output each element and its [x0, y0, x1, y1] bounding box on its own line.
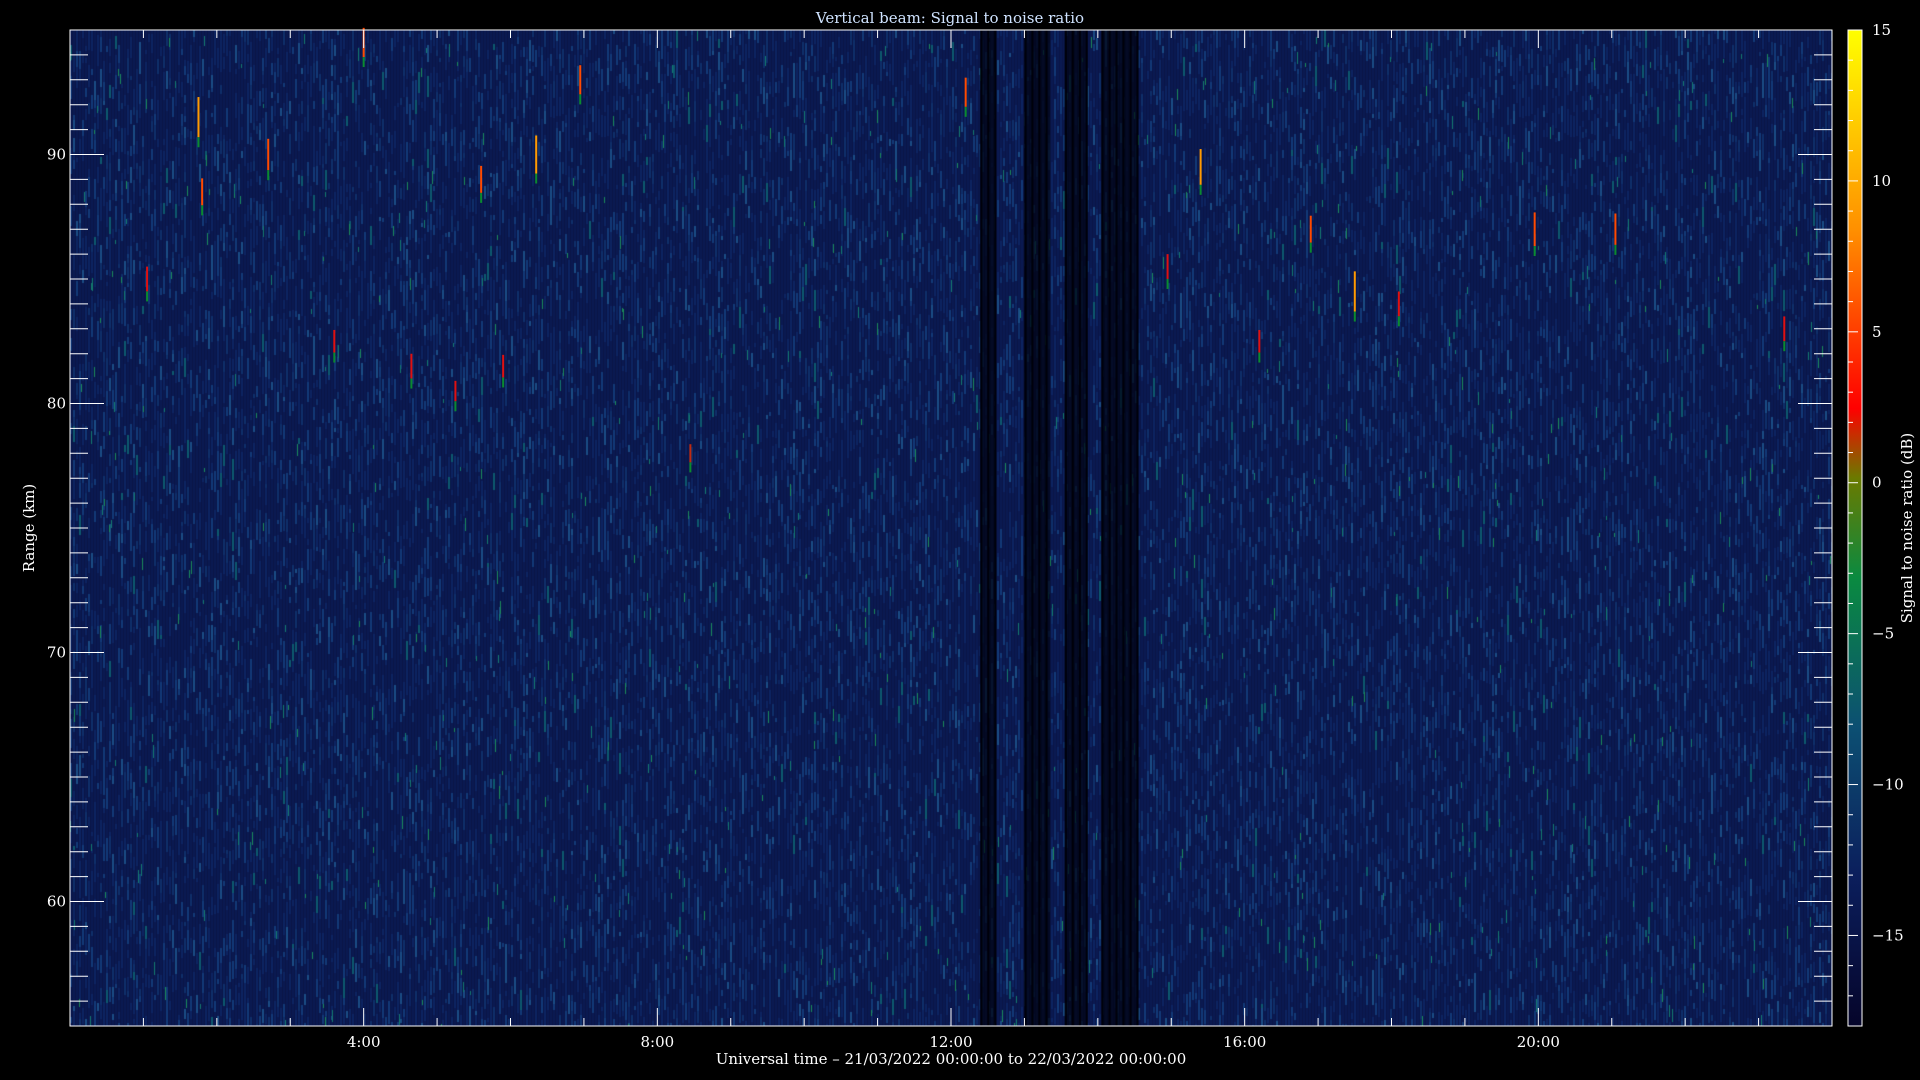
colorbar-tick-label: 5	[1872, 323, 1882, 341]
y-tick-label: 90	[47, 146, 66, 164]
x-axis-label: Universal time – 21/03/2022 00:00:00 to …	[716, 1050, 1187, 1068]
y-tick-label: 60	[47, 893, 66, 911]
colorbar	[1847, 29, 1863, 1027]
x-tick-label: 8:00	[640, 1033, 674, 1051]
colorbar-tick-label: 0	[1872, 474, 1882, 492]
chart: Vertical beam: Signal to noise ratio 4:0…	[20, 9, 1916, 1068]
colorbar-tick-label: −10	[1872, 776, 1904, 794]
x-tick-label: 20:00	[1517, 1033, 1560, 1051]
y-axis-label: Range (km)	[20, 484, 38, 573]
heatmap	[70, 27, 1832, 1026]
colorbar-tick-label: 15	[1872, 21, 1891, 39]
x-tick-label: 4:00	[347, 1033, 381, 1051]
colorbar-tick-label: −15	[1872, 926, 1904, 944]
colorbar-tick-label: −5	[1872, 625, 1894, 643]
colorbar-label: Signal to noise ratio (dB)	[1898, 433, 1916, 624]
x-tick-label: 16:00	[1223, 1033, 1266, 1051]
colorbar-tick-label: 10	[1872, 172, 1891, 190]
y-tick-label: 80	[47, 395, 66, 413]
x-tick-label: 12:00	[929, 1033, 972, 1051]
y-tick-label: 70	[47, 644, 66, 662]
chart-title: Vertical beam: Signal to noise ratio	[815, 9, 1084, 27]
